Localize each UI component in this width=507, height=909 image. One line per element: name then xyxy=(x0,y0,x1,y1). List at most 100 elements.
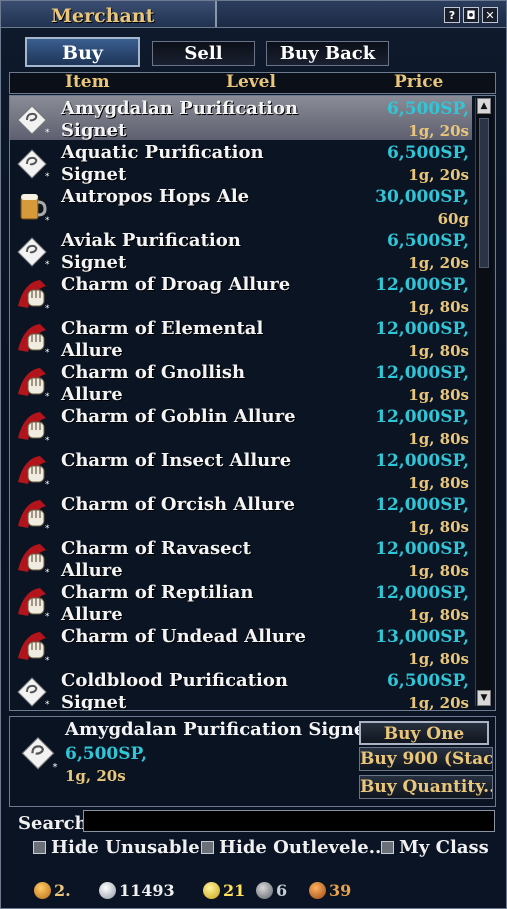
item-name: Charm of Orcish Allure xyxy=(61,494,295,515)
list-item[interactable]: * Amygdalan Purification Signet 6,500SP, 1g… xyxy=(10,96,472,140)
minimize-button[interactable]: ◘ xyxy=(463,7,479,23)
search-input[interactable] xyxy=(83,810,495,832)
svg-text:*: * xyxy=(45,216,50,224)
item-price-sp: 6,500SP, xyxy=(386,671,469,691)
item-name: Charm of Reptilian Allure xyxy=(61,582,254,624)
selected-item-price: 6,500SP, 1g, 20s xyxy=(65,743,147,787)
currency-3-value: 21 xyxy=(223,881,246,900)
column-level[interactable]: Level xyxy=(226,72,276,92)
item-price-sp: 30,000SP, xyxy=(375,187,469,207)
gray-token-icon xyxy=(256,882,273,899)
item-price: 12,000SP, 1g, 80s xyxy=(375,274,469,316)
buy-one-button[interactable]: Buy One xyxy=(359,721,489,745)
charm-fist-icon: * xyxy=(18,324,50,356)
svg-text:*: * xyxy=(45,568,50,576)
hide-outleveled-checkbox[interactable] xyxy=(201,841,214,854)
item-price-gold: 1g, 80s xyxy=(408,650,469,668)
item-name: Charm of Undead Allure xyxy=(61,626,306,647)
tab-buy-back[interactable]: Buy Back xyxy=(266,41,389,66)
item-price-gold: 1g, 80s xyxy=(408,430,469,448)
list-item[interactable]: * Autropos Hops Ale 30,000SP, 60g xyxy=(10,184,472,228)
column-header: Item Level Price xyxy=(9,72,496,94)
help-button[interactable]: ? xyxy=(444,7,460,23)
item-price-gold: 1g, 80s xyxy=(408,518,469,536)
item-price: 13,000SP, 1g, 80s xyxy=(375,626,469,668)
close-button[interactable]: ✕ xyxy=(482,7,498,23)
svg-text:*: * xyxy=(45,436,50,444)
item-price-sp: 13,000SP, xyxy=(375,627,469,647)
item-price-sp: 12,000SP, xyxy=(375,363,469,383)
item-name: Charm of Droag Allure xyxy=(61,274,291,295)
my-class-label[interactable]: My Class xyxy=(399,837,489,858)
hide-unusable-checkbox[interactable] xyxy=(33,841,46,854)
svg-text:*: * xyxy=(45,392,50,400)
signet-icon: * xyxy=(17,237,50,268)
list-item[interactable]: * Aquatic Purification Signet 6,500SP, 1g, … xyxy=(10,140,472,184)
tab-sell[interactable]: Sell xyxy=(152,41,255,66)
item-price-sp: 6,500SP, xyxy=(386,143,469,163)
scroll-up-button[interactable]: ▲ xyxy=(477,98,491,114)
charm-fist-icon: * xyxy=(18,500,50,532)
item-price: 30,000SP, 60g xyxy=(375,186,469,228)
list-item[interactable]: * Charm of Undead Allure 13,000SP, 1g, 80s xyxy=(10,624,472,668)
item-price-sp: 12,000SP, xyxy=(375,583,469,603)
list-item[interactable]: * Coldblood Purification Signet 6,500SP, 1g… xyxy=(10,668,472,710)
currency-4-value: 6 xyxy=(276,881,288,900)
item-price-sp: 12,000SP, xyxy=(375,407,469,427)
charm-fist-icon: * xyxy=(18,588,50,620)
selected-price-sp: 6,500SP, xyxy=(65,744,148,764)
item-price-gold: 1g, 20s xyxy=(408,166,469,184)
merchant-window: Merchant ? ◘ ✕ Buy Sell Buy Back Item Le… xyxy=(0,0,507,909)
list-item[interactable]: * Charm of Goblin Allure 12,000SP, 1g, 80s xyxy=(10,404,472,448)
signet-icon: * xyxy=(17,149,50,180)
scroll-down-button[interactable]: ▼ xyxy=(477,690,491,706)
list-item[interactable]: * Charm of Elemental Allure 12,000SP, 1g, 8… xyxy=(10,316,472,360)
ale-mug-icon: * xyxy=(20,194,50,224)
item-price-gold: 1g, 20s xyxy=(408,122,469,140)
item-price-gold: 60g xyxy=(437,210,469,228)
item-name: Aquatic Purification Signet xyxy=(61,142,264,184)
list-item[interactable]: * Charm of Ravasect Allure 12,000SP, 1g, 80… xyxy=(10,536,472,580)
charm-fist-icon: * xyxy=(18,544,50,576)
item-price-sp: 12,000SP, xyxy=(375,275,469,295)
item-price-sp: 12,000SP, xyxy=(375,319,469,339)
charm-fist-icon: * xyxy=(18,368,50,400)
my-class-checkbox[interactable] xyxy=(381,841,394,854)
list-item[interactable]: * Aviak Purification Signet 6,500SP, 1g, 20… xyxy=(10,228,472,272)
gold-coin-icon xyxy=(203,882,220,899)
list-item[interactable]: * Charm of Insect Allure 12,000SP, 1g, 80s xyxy=(10,448,472,492)
list-item[interactable]: * Charm of Reptilian Allure 12,000SP, 1g, 8… xyxy=(10,580,472,624)
column-price[interactable]: Price xyxy=(394,72,443,92)
scrollbar[interactable]: ▲ ▼ xyxy=(475,98,493,706)
currency-bar: 2. 11493 21 6 39 xyxy=(1,879,506,905)
item-price: 12,000SP, 1g, 80s xyxy=(375,362,469,404)
bronze-token-icon xyxy=(309,882,326,899)
title-bar[interactable]: Merchant ? ◘ ✕ xyxy=(1,1,506,28)
item-name: Charm of Insect Allure xyxy=(61,450,292,471)
tab-bar: Buy Sell Buy Back xyxy=(1,37,506,67)
buy-quantity-button[interactable]: Buy Quantity... xyxy=(359,775,493,799)
selected-item-panel: * Amygdalan Purification Signet 6,500SP,… xyxy=(9,716,496,807)
title-buttons: ? ◘ ✕ xyxy=(444,7,498,23)
hide-outleveled-label[interactable]: Hide Outlevele.. xyxy=(219,837,381,858)
filter-row: Hide Unusable Hide Outlevele.. My Class xyxy=(1,837,506,861)
item-price: 12,000SP, 1g, 80s xyxy=(375,494,469,536)
charm-fist-icon: * xyxy=(18,456,50,488)
scroll-thumb[interactable] xyxy=(479,118,489,268)
svg-text:*: * xyxy=(45,260,50,268)
list-item[interactable]: * Charm of Gnollish Allure 12,000SP, 1g, 80… xyxy=(10,360,472,404)
signet-icon: * xyxy=(21,736,57,771)
tab-buy[interactable]: Buy xyxy=(25,37,140,67)
buy-stack-button[interactable]: Buy 900 (Stac... xyxy=(359,747,493,771)
item-name: Charm of Gnollish Allure xyxy=(61,362,246,404)
item-price-sp: 6,500SP, xyxy=(386,99,469,119)
hide-unusable-label[interactable]: Hide Unusable xyxy=(51,837,200,858)
column-item[interactable]: Item xyxy=(65,72,110,92)
item-price-gold: 1g, 80s xyxy=(408,342,469,360)
item-name: Charm of Elemental Allure xyxy=(61,318,264,360)
item-name: Aviak Purification Signet xyxy=(61,230,241,272)
svg-text:*: * xyxy=(45,524,50,532)
list-item[interactable]: * Charm of Orcish Allure 12,000SP, 1g, 80s xyxy=(10,492,472,536)
selected-item-name: Amygdalan Purification Signet xyxy=(65,719,374,740)
list-item[interactable]: * Charm of Droag Allure 12,000SP, 1g, 80s xyxy=(10,272,472,316)
